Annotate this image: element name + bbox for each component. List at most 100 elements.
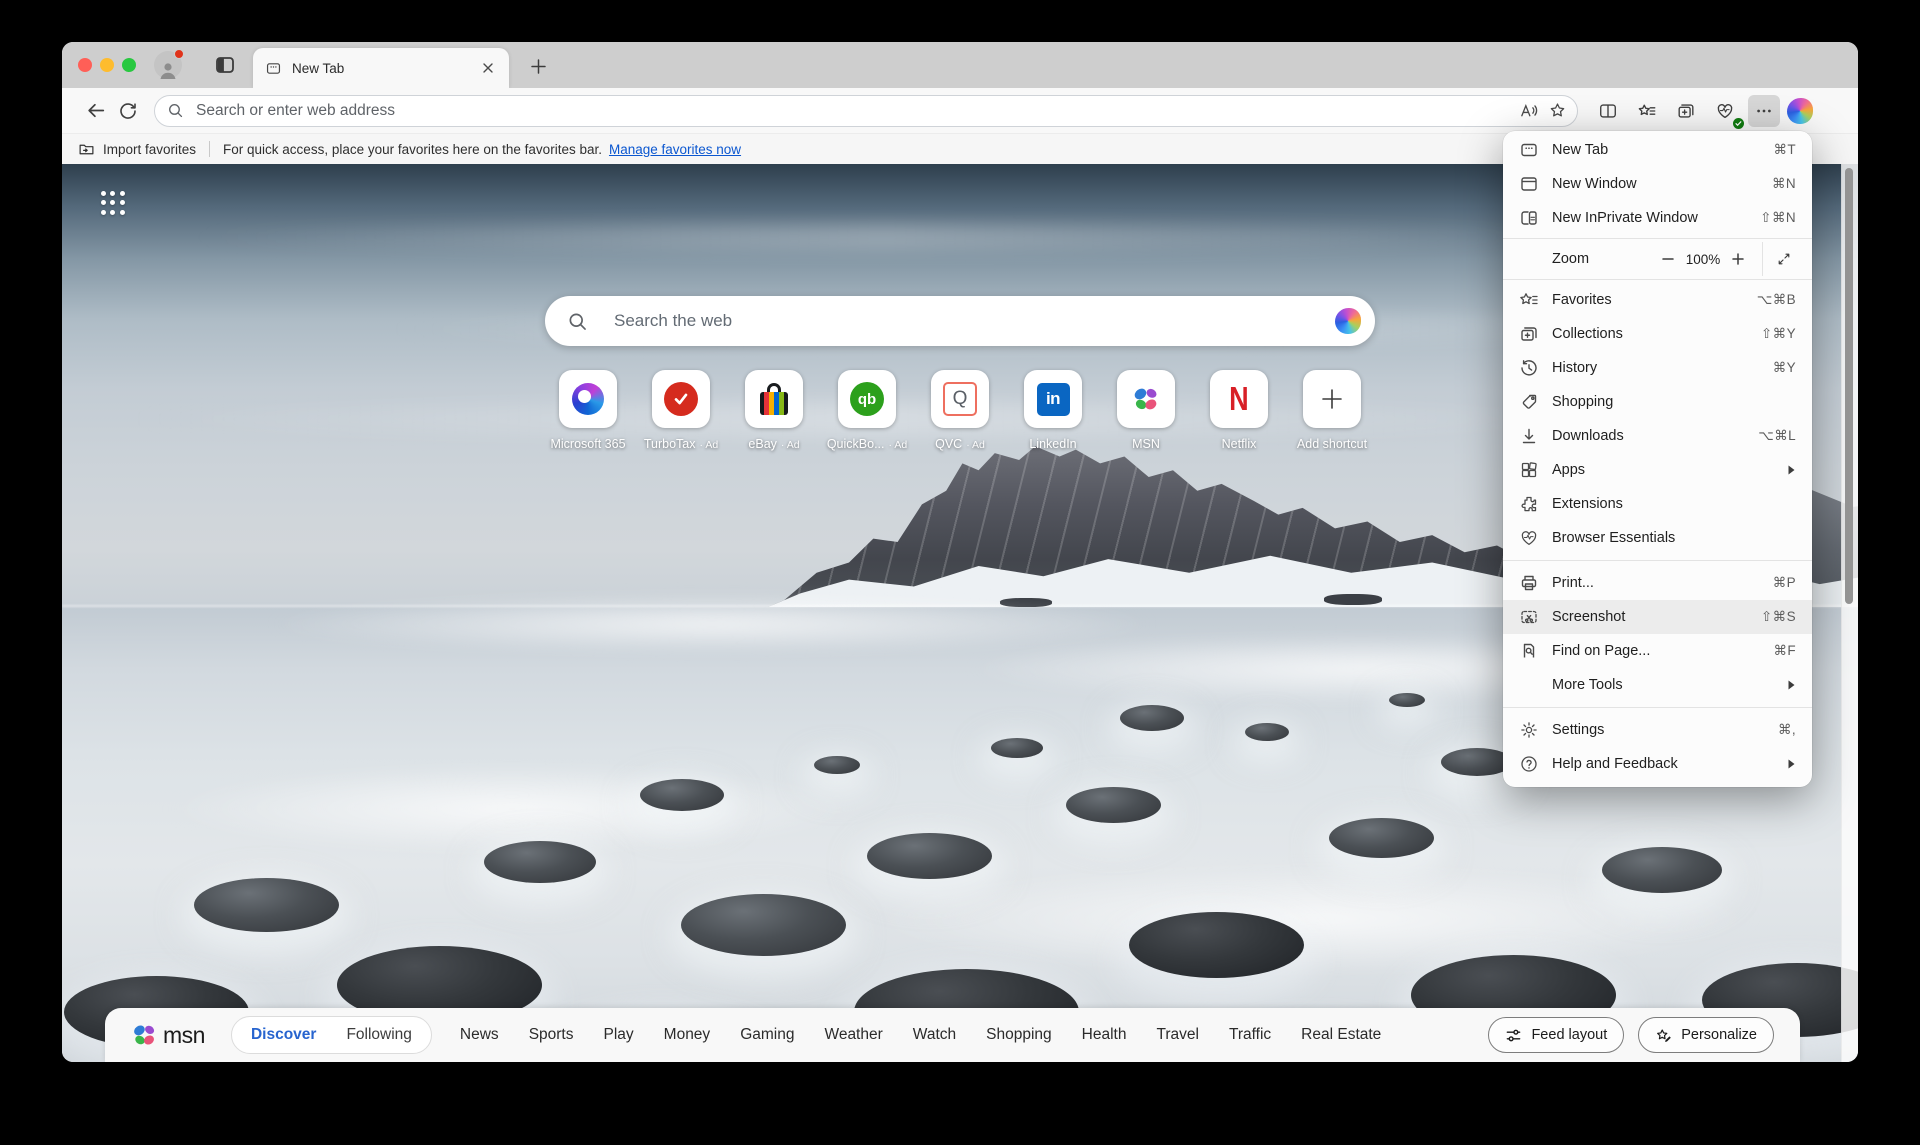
msn-bar: msn Discover Following News Sports Play … — [105, 1008, 1800, 1062]
new-tab-icon — [1519, 140, 1539, 160]
menu-item-collections[interactable]: Collections ⇧⌘Y — [1503, 317, 1812, 351]
nav-health[interactable]: Health — [1082, 1026, 1127, 1044]
profile-avatar[interactable] — [154, 51, 182, 79]
toolbar-icons — [1592, 95, 1813, 127]
nav-shopping[interactable]: Shopping — [986, 1026, 1052, 1044]
menu-item-more-tools[interactable]: More Tools — [1503, 668, 1812, 702]
menu-divider — [1503, 707, 1812, 708]
submenu-arrow-icon — [1788, 465, 1796, 475]
shortcut-quickbooks[interactable]: qb QuickBo...· Ad — [838, 370, 896, 451]
back-icon[interactable] — [80, 95, 112, 127]
refresh-icon[interactable] — [112, 95, 144, 127]
tab-following[interactable]: Following — [331, 1026, 426, 1044]
shortcut-msn[interactable]: MSN — [1117, 370, 1175, 451]
web-search-bar[interactable] — [545, 296, 1375, 346]
tab-title: New Tab — [292, 61, 479, 76]
shopping-tag-icon — [1519, 392, 1539, 412]
netflix-icon: N — [1229, 380, 1249, 418]
collections-icon[interactable] — [1670, 95, 1702, 127]
menu-item-favorites[interactable]: Favorites ⌥⌘B — [1503, 283, 1812, 317]
extensions-puzzle-icon — [1519, 494, 1539, 514]
nav-weather[interactable]: Weather — [824, 1026, 882, 1044]
msn-nav-links: News Sports Play Money Gaming Weather Wa… — [460, 1026, 1489, 1044]
msn-logo[interactable]: msn — [131, 1022, 205, 1049]
zoom-out-icon[interactable] — [1656, 247, 1680, 271]
web-search-input[interactable] — [612, 310, 1335, 332]
nav-real-estate[interactable]: Real Estate — [1301, 1026, 1381, 1044]
nav-play[interactable]: Play — [604, 1026, 634, 1044]
shortcut-linkedin[interactable]: in LinkedIn — [1024, 370, 1082, 451]
zoom-window-button[interactable] — [122, 58, 136, 72]
menu-item-downloads[interactable]: Downloads ⌥⌘L — [1503, 419, 1812, 453]
menu-item-new-window[interactable]: New Window ⌘N — [1503, 167, 1812, 201]
nav-gaming[interactable]: Gaming — [740, 1026, 794, 1044]
menu-item-shopping[interactable]: Shopping — [1503, 385, 1812, 419]
shortcut-netflix[interactable]: N Netflix — [1210, 370, 1268, 451]
zoom-in-icon[interactable] — [1726, 247, 1750, 271]
shortcut-ebay[interactable]: eBay· Ad — [745, 370, 803, 451]
settings-and-more-button[interactable] — [1748, 95, 1780, 127]
import-favorites-label: Import favorites — [103, 142, 196, 157]
split-screen-icon[interactable] — [1592, 95, 1624, 127]
nav-sports[interactable]: Sports — [529, 1026, 574, 1044]
fullscreen-icon[interactable] — [1772, 247, 1796, 271]
sliders-icon — [1505, 1027, 1522, 1044]
person-icon — [158, 61, 178, 79]
menu-item-print[interactable]: Print... ⌘P — [1503, 566, 1812, 600]
favorites-icon[interactable] — [1631, 95, 1663, 127]
shortcut-qvc[interactable]: Q QVC· Ad — [931, 370, 989, 451]
menu-item-browser-essentials[interactable]: Browser Essentials — [1503, 521, 1812, 555]
nav-news[interactable]: News — [460, 1026, 499, 1044]
shortcut-microsoft-365[interactable]: Microsoft 365 — [559, 370, 617, 451]
address-bar[interactable] — [154, 95, 1578, 127]
search-icon — [167, 102, 184, 119]
menu-item-help-and-feedback[interactable]: Help and Feedback — [1503, 747, 1812, 781]
new-tab-page-icon — [265, 60, 282, 77]
menu-item-find-on-page[interactable]: Find on Page... ⌘F — [1503, 634, 1812, 668]
address-input[interactable] — [194, 101, 1509, 121]
nav-money[interactable]: Money — [664, 1026, 711, 1044]
menu-item-history[interactable]: History ⌘Y — [1503, 351, 1812, 385]
menu-item-new-inprivate-window[interactable]: New InPrivate Window ⇧⌘N — [1503, 201, 1812, 235]
read-aloud-icon[interactable] — [1519, 101, 1538, 120]
feed-tabs: Discover Following — [231, 1016, 432, 1054]
help-icon — [1519, 754, 1539, 774]
menu-item-screenshot[interactable]: Screenshot ⇧⌘S — [1503, 600, 1812, 634]
menu-item-settings[interactable]: Settings ⌘, — [1503, 713, 1812, 747]
copilot-icon[interactable] — [1787, 98, 1813, 124]
shortcut-turbotax[interactable]: TurboTax· Ad — [652, 370, 710, 451]
tab-new-tab[interactable]: New Tab — [253, 48, 509, 88]
add-favorite-star-icon[interactable] — [1548, 101, 1567, 120]
nav-traffic[interactable]: Traffic — [1229, 1026, 1271, 1044]
minimize-window-button[interactable] — [100, 58, 114, 72]
new-window-icon — [1519, 174, 1539, 194]
workspaces-icon[interactable] — [212, 52, 238, 78]
msn-butterfly-icon — [1131, 386, 1161, 413]
add-shortcut-button[interactable]: Add shortcut — [1303, 370, 1361, 451]
favorites-hint-text: For quick access, place your favorites h… — [223, 142, 602, 157]
app-launcher-icon[interactable] — [100, 190, 126, 216]
tab-close-icon[interactable] — [479, 59, 497, 77]
download-icon — [1519, 426, 1539, 446]
apps-icon — [1519, 460, 1539, 480]
nav-watch[interactable]: Watch — [913, 1026, 956, 1044]
menu-item-new-tab[interactable]: New Tab ⌘T — [1503, 133, 1812, 167]
divider — [1762, 242, 1763, 276]
divider — [209, 141, 210, 157]
import-favorites-button[interactable]: Import favorites — [78, 141, 196, 158]
feed-layout-button[interactable]: Feed layout — [1488, 1017, 1624, 1053]
scrollbar-thumb[interactable] — [1845, 168, 1853, 604]
copilot-icon[interactable] — [1335, 308, 1361, 334]
personalize-button[interactable]: Personalize — [1638, 1017, 1774, 1053]
nav-travel[interactable]: Travel — [1156, 1026, 1199, 1044]
desktop: New Tab — [0, 0, 1920, 1145]
browser-essentials-icon[interactable] — [1709, 95, 1741, 127]
new-tab-button[interactable] — [524, 52, 552, 80]
tab-discover[interactable]: Discover — [236, 1026, 331, 1044]
menu-item-extensions[interactable]: Extensions — [1503, 487, 1812, 521]
menu-item-apps[interactable]: Apps — [1503, 453, 1812, 487]
zoom-level: 100% — [1680, 252, 1726, 267]
menu-item-zoom: Zoom 100% — [1503, 242, 1812, 276]
close-window-button[interactable] — [78, 58, 92, 72]
manage-favorites-link[interactable]: Manage favorites now — [609, 142, 741, 157]
